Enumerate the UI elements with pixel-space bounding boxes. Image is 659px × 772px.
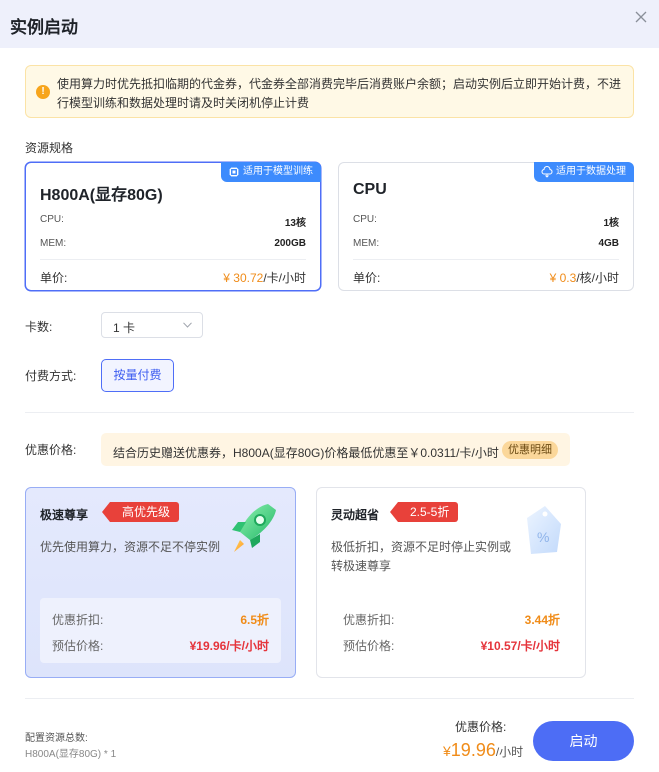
spec-name: H800A(显存80G) <box>40 187 163 204</box>
payment-label: 付费方式: <box>25 369 77 383</box>
spec-card-cpu[interactable]: 适用于数据处理 CPU CPU: 1核 MEM: 4GB 单价: ¥ 0.3/核/小… <box>338 162 634 291</box>
card-count-value: 1 卡 <box>113 321 136 335</box>
dialog-header: 实例启动 <box>0 0 659 48</box>
rocket-icon <box>232 504 276 552</box>
plan-description: 优先使用算力，资源不足不停实例 <box>40 540 221 554</box>
divider <box>353 259 619 260</box>
discount-detail-link[interactable]: 优惠明细 <box>502 441 558 459</box>
spec-name: CPU <box>353 181 387 198</box>
config-total-value: H800A(显存80G) * 1 <box>25 749 117 760</box>
discount-banner: 结合历史赠送优惠券，H800A(显存80G)价格最低优惠至￥0.0311/卡/小… <box>101 433 570 466</box>
launch-button[interactable]: 启动 <box>533 721 634 761</box>
spec-card-h800a[interactable]: 适用于模型训练 H800A(显存80G) CPU: 13核 MEM: 200GB 单… <box>25 162 321 291</box>
footer-price-label: 优惠价格: <box>455 720 507 734</box>
plan-description: 极低折扣，资源不足时停止实例或 转极速尊享 <box>331 540 512 573</box>
resource-spec-label: 资源规格 <box>25 141 74 155</box>
spec-tag: 适用于模型训练 <box>221 162 321 182</box>
discount-label: 优惠价格: <box>25 443 77 457</box>
plan-card-economy[interactable]: 灵动超省 2.5-5折 极低折扣，资源不足时停止实例或 转极速尊享 % 优惠折扣… <box>316 487 586 678</box>
warning-icon: ! <box>36 85 50 99</box>
spec-tag: 适用于数据处理 <box>534 162 634 182</box>
close-icon[interactable] <box>633 9 649 25</box>
footer-divider <box>25 698 634 699</box>
dialog-title: 实例启动 <box>10 18 78 37</box>
section-divider <box>25 412 634 413</box>
divider <box>40 259 306 260</box>
plan-card-premium[interactable]: 极速尊享 高优先级 优先使用算力，资源不足不停实例 优惠折扣: 6.5折 预估价格… <box>25 487 296 678</box>
plan-price-box: 优惠折扣: 6.5折 预估价格: ¥19.96/卡/小时 <box>40 598 281 663</box>
svg-text:%: % <box>537 529 549 545</box>
config-total-label: 配置资源总数: <box>25 733 88 744</box>
discount-tag-icon: % <box>527 506 561 554</box>
billing-notice: ! 使用算力时优先抵扣临期的代金券，代金券全部消费完毕后消费账户余额；启动实例后… <box>25 65 634 118</box>
card-count-select[interactable]: 1 卡 <box>101 312 203 338</box>
plan-name: 极速尊享 <box>40 508 89 522</box>
footer-price: ¥19.96/小时 <box>443 740 524 760</box>
discount-text: 结合历史赠送优惠券，H800A(显存80G)价格最低优惠至￥0.0311/卡/小… <box>113 446 499 460</box>
priority-badge: 高优先级 <box>101 502 180 522</box>
discount-range-badge: 2.5-5折 <box>389 502 459 522</box>
chip-icon <box>229 167 239 177</box>
chevron-down-icon <box>183 322 192 328</box>
plan-price-box: 优惠折扣: 3.44折 预估价格: ¥10.57/卡/小时 <box>331 598 572 663</box>
card-count-label: 卡数: <box>25 320 53 334</box>
plan-name: 灵动超省 <box>331 508 380 522</box>
pay-as-you-go-button[interactable]: 按量付费 <box>101 359 174 392</box>
database-icon <box>541 166 553 178</box>
notice-text: 使用算力时优先抵扣临期的代金券，代金券全部消费完毕后消费账户余额；启动实例后立即… <box>57 77 622 110</box>
